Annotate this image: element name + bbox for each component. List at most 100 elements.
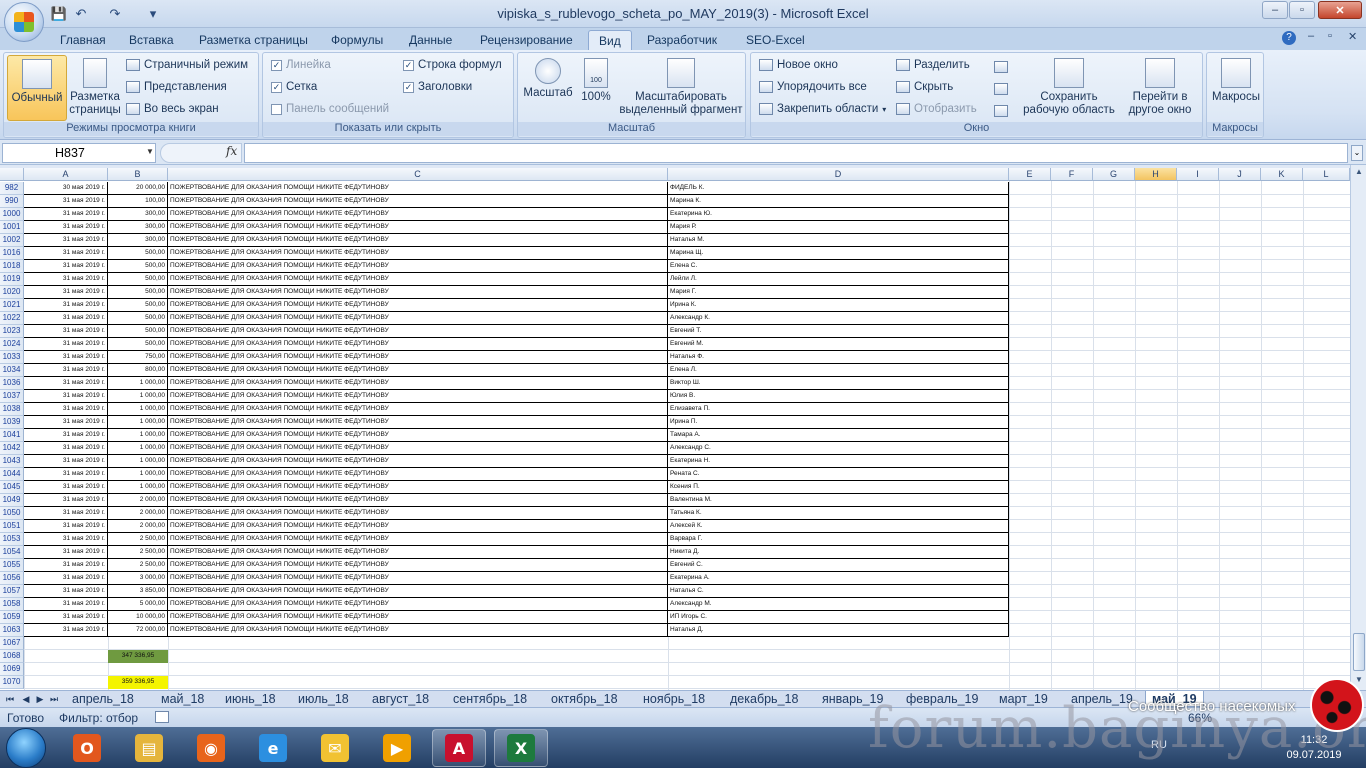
cell-amount[interactable]: 500,00	[108, 299, 168, 312]
row-header[interactable]: 1022	[0, 312, 24, 325]
row-header[interactable]: 982	[0, 182, 24, 195]
cell-donor[interactable]: Евгений Т.	[668, 325, 1009, 338]
sheet-tab[interactable]: декабрь_18	[724, 691, 804, 707]
prev-sheet-icon[interactable]: ◀	[20, 692, 32, 706]
cell-date[interactable]: 31 мая 2019 г.	[24, 585, 108, 598]
cell-purpose[interactable]: ПОЖЕРТВОВАНИЕ ДЛЯ ОКАЗАНИЯ ПОМОЩИ НИКИТЕ…	[168, 624, 668, 637]
cell-donor[interactable]: Наталья М.	[668, 234, 1009, 247]
row-header[interactable]: 1051	[0, 520, 24, 533]
cell-date[interactable]: 31 мая 2019 г.	[24, 273, 108, 286]
scroll-up-icon[interactable]: ▲	[1353, 167, 1365, 179]
cell-donor[interactable]: Тамара А.	[668, 429, 1009, 442]
cell-amount[interactable]: 20 000,00	[108, 182, 168, 195]
reset-window-icon[interactable]	[994, 105, 1008, 117]
cell-amount[interactable]: 3 000,00	[108, 572, 168, 585]
row-header[interactable]: 1049	[0, 494, 24, 507]
cell-date[interactable]: 31 мая 2019 г.	[24, 247, 108, 260]
cell-purpose[interactable]: ПОЖЕРТВОВАНИЕ ДЛЯ ОКАЗАНИЯ ПОМОЩИ НИКИТЕ…	[168, 247, 668, 260]
cell-date[interactable]: 31 мая 2019 г.	[24, 221, 108, 234]
cell-date[interactable]: 31 мая 2019 г.	[24, 481, 108, 494]
cell-donor[interactable]: Елена Л.	[668, 364, 1009, 377]
column-header-h[interactable]: H	[1135, 168, 1177, 181]
row-header[interactable]: 1039	[0, 416, 24, 429]
macros-button[interactable]: Макросы	[1209, 58, 1263, 104]
row-header[interactable]: 1067	[0, 637, 24, 650]
cell-amount[interactable]: 72 000,00	[108, 624, 168, 637]
row-header[interactable]: 1044	[0, 468, 24, 481]
cell-amount[interactable]: 1 000,00	[108, 403, 168, 416]
cell-date[interactable]: 31 мая 2019 г.	[24, 611, 108, 624]
tab-home[interactable]: Главная	[50, 30, 116, 50]
column-header-l[interactable]: L	[1303, 168, 1350, 181]
taskbar-acrobat[interactable]: A	[432, 729, 486, 767]
cell-purpose[interactable]: ПОЖЕРТВОВАНИЕ ДЛЯ ОКАЗАНИЯ ПОМОЩИ НИКИТЕ…	[168, 546, 668, 559]
cell-total[interactable]: 359 336,95	[108, 676, 168, 689]
cell-amount[interactable]: 10 000,00	[108, 611, 168, 624]
sheet-tab[interactable]: июль_18	[292, 691, 355, 707]
column-header-f[interactable]: F	[1051, 168, 1093, 181]
close-button[interactable]: ✕	[1318, 1, 1362, 19]
row-header[interactable]: 1042	[0, 442, 24, 455]
cell-amount[interactable]: 500,00	[108, 273, 168, 286]
cell-date[interactable]: 31 мая 2019 г.	[24, 494, 108, 507]
cell-purpose[interactable]: ПОЖЕРТВОВАНИЕ ДЛЯ ОКАЗАНИЯ ПОМОЩИ НИКИТЕ…	[168, 468, 668, 481]
zoom-to-selection-button[interactable]: Масштабировать выделенный фрагмент	[618, 58, 744, 117]
save-workspace-button[interactable]: Сохранить рабочую область	[1019, 58, 1119, 117]
cell-purpose[interactable]: ПОЖЕРТВОВАНИЕ ДЛЯ ОКАЗАНИЯ ПОМОЩИ НИКИТЕ…	[168, 455, 668, 468]
normal-view-button[interactable]: Обычный	[7, 55, 67, 121]
cell-date[interactable]: 31 мая 2019 г.	[24, 312, 108, 325]
cell-purpose[interactable]: ПОЖЕРТВОВАНИЕ ДЛЯ ОКАЗАНИЯ ПОМОЩИ НИКИТЕ…	[168, 585, 668, 598]
cell-purpose[interactable]: ПОЖЕРТВОВАНИЕ ДЛЯ ОКАЗАНИЯ ПОМОЩИ НИКИТЕ…	[168, 286, 668, 299]
row-header[interactable]: 1034	[0, 364, 24, 377]
help-icon[interactable]: ?	[1282, 31, 1296, 45]
office-button[interactable]	[4, 2, 44, 42]
sheet-tab[interactable]: апрель_18	[66, 691, 140, 707]
cell-amount[interactable]: 500,00	[108, 286, 168, 299]
cell-amount[interactable]: 300,00	[108, 234, 168, 247]
cell-purpose[interactable]: ПОЖЕРТВОВАНИЕ ДЛЯ ОКАЗАНИЯ ПОМОЩИ НИКИТЕ…	[168, 312, 668, 325]
row-header[interactable]: 1038	[0, 403, 24, 416]
cell-amount[interactable]: 1 000,00	[108, 416, 168, 429]
cell-date[interactable]: 31 мая 2019 г.	[24, 442, 108, 455]
expand-formula-bar-icon[interactable]: ⌄	[1351, 145, 1363, 161]
sheet-tab[interactable]: август_18	[366, 691, 435, 707]
column-header-i[interactable]: I	[1177, 168, 1219, 181]
cell-purpose[interactable]: ПОЖЕРТВОВАНИЕ ДЛЯ ОКАЗАНИЯ ПОМОЩИ НИКИТЕ…	[168, 325, 668, 338]
cell-amount[interactable]: 1 000,00	[108, 377, 168, 390]
cell-amount[interactable]: 100,00	[108, 195, 168, 208]
cell-amount[interactable]: 1 000,00	[108, 455, 168, 468]
cell-date[interactable]: 31 мая 2019 г.	[24, 416, 108, 429]
sheet-tab[interactable]: июнь_18	[219, 691, 282, 707]
cell-donor[interactable]: Александр С.	[668, 442, 1009, 455]
cell-purpose[interactable]: ПОЖЕРТВОВАНИЕ ДЛЯ ОКАЗАНИЯ ПОМОЩИ НИКИТЕ…	[168, 429, 668, 442]
unhide-button[interactable]: Отобразить	[896, 103, 977, 115]
first-sheet-icon[interactable]: ⏮	[4, 692, 16, 706]
column-header-c[interactable]: C	[168, 168, 668, 181]
cell-date[interactable]: 31 мая 2019 г.	[24, 208, 108, 221]
cell-purpose[interactable]: ПОЖЕРТВОВАНИЕ ДЛЯ ОКАЗАНИЯ ПОМОЩИ НИКИТЕ…	[168, 559, 668, 572]
taskbar-firefox[interactable]: ◉	[184, 729, 238, 767]
taskbar-outlook[interactable]: ✉	[308, 729, 362, 767]
cell-date[interactable]: 31 мая 2019 г.	[24, 429, 108, 442]
row-header[interactable]: 1000	[0, 208, 24, 221]
row-header[interactable]: 1053	[0, 533, 24, 546]
name-box[interactable]: H837	[2, 143, 156, 163]
cell-purpose[interactable]: ПОЖЕРТВОВАНИЕ ДЛЯ ОКАЗАНИЯ ПОМОЩИ НИКИТЕ…	[168, 442, 668, 455]
cell-date[interactable]: 31 мая 2019 г.	[24, 377, 108, 390]
cell-date[interactable]: 31 мая 2019 г.	[24, 533, 108, 546]
cell-date[interactable]: 31 мая 2019 г.	[24, 351, 108, 364]
arrange-all-button[interactable]: Упорядочить все	[759, 81, 867, 93]
cell-date[interactable]: 31 мая 2019 г.	[24, 455, 108, 468]
column-header-b[interactable]: B	[108, 168, 168, 181]
cell-donor[interactable]: Александр М.	[668, 598, 1009, 611]
cell-purpose[interactable]: ПОЖЕРТВОВАНИЕ ДЛЯ ОКАЗАНИЯ ПОМОЩИ НИКИТЕ…	[168, 273, 668, 286]
cell-amount[interactable]: 500,00	[108, 312, 168, 325]
row-header[interactable]: 1016	[0, 247, 24, 260]
sync-scrolling-icon[interactable]	[994, 83, 1008, 95]
cell-purpose[interactable]: ПОЖЕРТВОВАНИЕ ДЛЯ ОКАЗАНИЯ ПОМОЩИ НИКИТЕ…	[168, 572, 668, 585]
message-bar-checkbox[interactable]: Панель сообщений	[271, 103, 389, 115]
column-header-e[interactable]: E	[1009, 168, 1051, 181]
custom-views-button[interactable]: Представления	[126, 81, 227, 93]
cell-donor[interactable]: Елизавета П.	[668, 403, 1009, 416]
new-window-button[interactable]: Новое окно	[759, 59, 838, 71]
